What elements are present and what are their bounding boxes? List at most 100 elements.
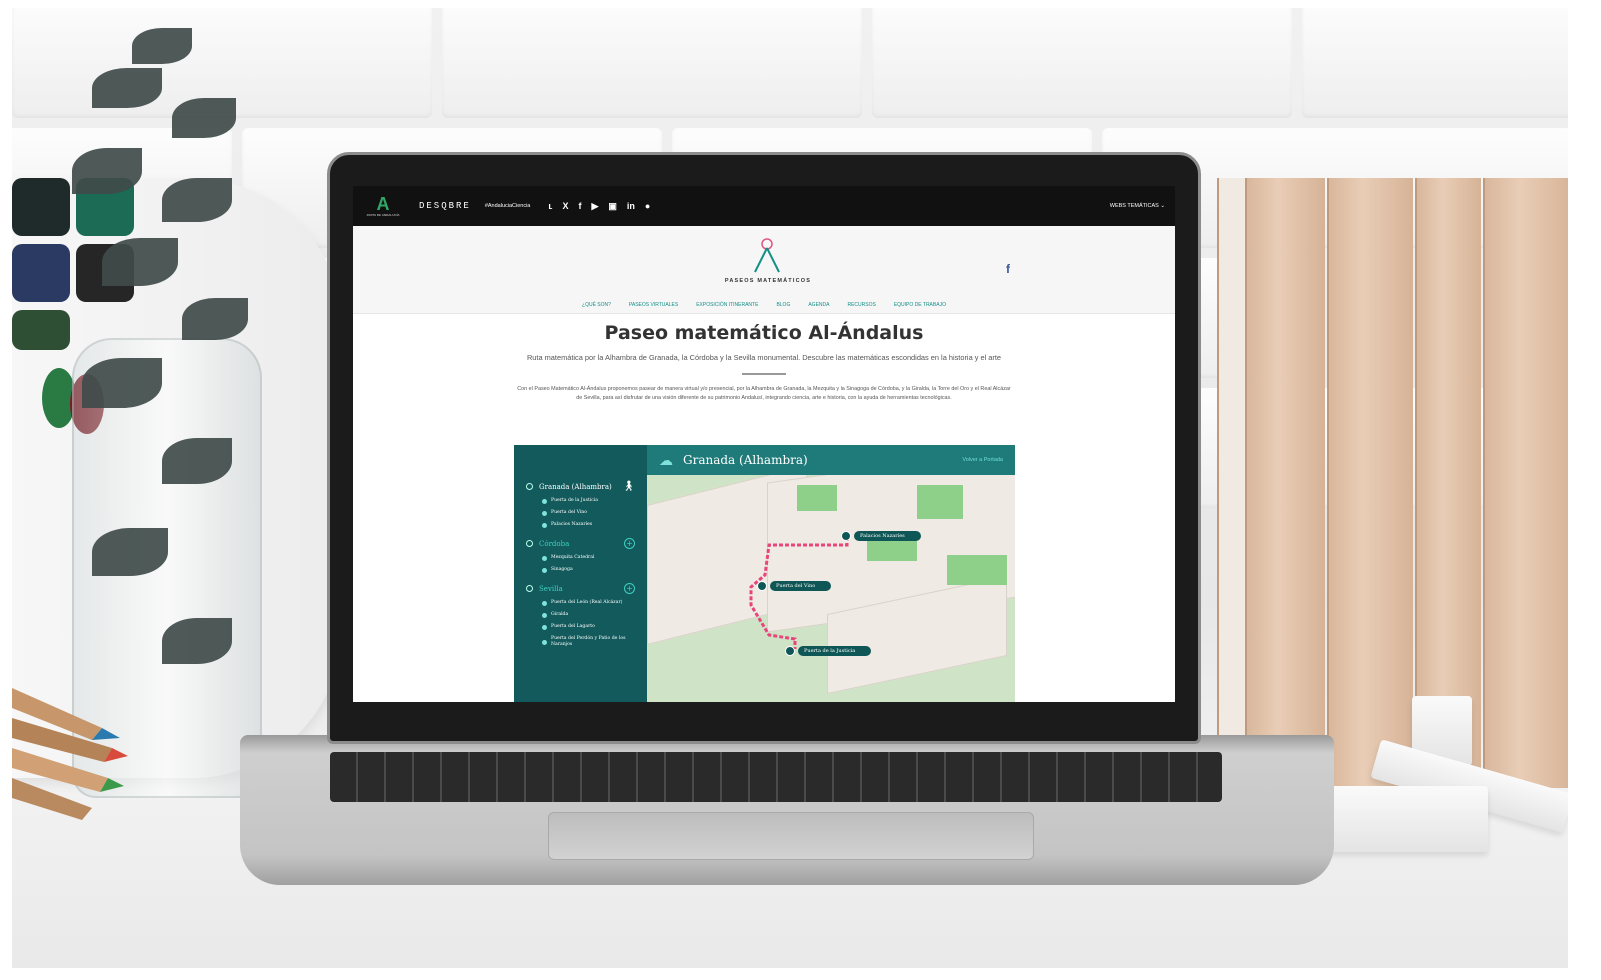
paint-well	[12, 310, 70, 350]
stop-marker-icon	[542, 567, 547, 573]
item-label: Puerta del Vino	[551, 510, 588, 515]
sidebar-item[interactable]: Sinagoga	[542, 567, 647, 573]
pin-label: Puerta de la Justicia	[798, 646, 872, 656]
walker-icon: 🚶︎	[622, 481, 635, 492]
section-marker-icon	[526, 540, 533, 547]
section-label: Granada (Alhambra)	[539, 482, 612, 491]
eucalyptus-leaf	[162, 178, 232, 222]
hashtag-link[interactable]: #AndaluciaCiencia	[485, 203, 531, 209]
eucalyptus-leaf	[72, 148, 142, 194]
x-icon[interactable]: X	[562, 201, 568, 212]
sidebar-item[interactable]: Giralda	[542, 612, 647, 618]
top-bar: A JUNTA DE ANDALUCÍA DESQBRE #AndaluciaC…	[353, 186, 1175, 226]
sidebar-item[interactable]: Mezquita Catedral	[542, 555, 647, 561]
wall-brick	[872, 8, 1292, 118]
pin-label: Palacios Nazaríes	[854, 531, 921, 541]
colored-pencils	[12, 688, 128, 820]
facebook-icon[interactable]: f	[578, 201, 581, 212]
stop-marker-icon	[542, 600, 547, 606]
andalucia-map-icon: ☁	[659, 451, 673, 468]
stop-marker-icon	[542, 498, 547, 504]
sidebar-section-cordoba[interactable]: Córdoba +	[526, 538, 647, 549]
stop-marker-icon	[542, 612, 547, 618]
page-subtitle: Ruta matemática por la Alhambra de Grana…	[526, 353, 1002, 362]
wall-brick	[442, 8, 862, 118]
nav-exposicion-itinerante[interactable]: EXPOSICIÓN ITINERANTE	[696, 302, 758, 308]
section-label: Córdoba	[539, 539, 570, 548]
eucalyptus-leaf	[92, 68, 162, 108]
junta-logo[interactable]: A JUNTA DE ANDALUCÍA	[363, 195, 403, 217]
sidebar-item[interactable]: Puerta del Vino	[542, 510, 647, 516]
compass-logo-icon[interactable]	[749, 236, 785, 276]
instagram-icon[interactable]: ▣	[608, 201, 617, 212]
item-label: Palacios Nazaríes	[551, 522, 593, 527]
book-spine	[1245, 178, 1325, 788]
spotify-icon[interactable]: ●	[645, 201, 650, 212]
map-pin[interactable]: Puerta del Vino	[757, 581, 832, 591]
interactive-map: Granada (Alhambra) 🚶︎ Puerta de la Justi…	[514, 445, 1015, 702]
pin-icon	[841, 531, 851, 541]
nav-que-son[interactable]: ¿QUÉ SON?	[582, 302, 611, 308]
webs-tematicas-menu[interactable]: WEBS TEMÁTICAS ⌄	[1110, 203, 1165, 209]
eucalyptus-leaf	[132, 28, 192, 64]
map-sidebar: Granada (Alhambra) 🚶︎ Puerta de la Justi…	[514, 445, 647, 702]
book-spine	[1217, 178, 1245, 788]
sidebar-item[interactable]: Puerta del Lagarto	[542, 624, 647, 630]
books-stack	[1217, 178, 1568, 788]
nav-recursos[interactable]: RECURSOS	[847, 302, 875, 308]
nav-equipo-de-trabajo[interactable]: EQUIPO DE TRABAJO	[894, 302, 946, 308]
item-label: Puerta del Perdón y Patio de los Naranjo…	[551, 636, 626, 647]
back-to-home-link[interactable]: Volver a Portada	[962, 457, 1003, 463]
sidebar-item[interactable]: Puerta del Perdón y Patio de los Naranjo…	[542, 636, 647, 648]
pin-label: Puerta del Vino	[770, 581, 832, 591]
route-path	[749, 537, 849, 649]
nav-agenda[interactable]: AGENDA	[808, 302, 829, 308]
stop-marker-icon	[542, 522, 547, 528]
nav-blog[interactable]: BLOG	[776, 302, 790, 308]
section-marker-icon	[526, 585, 533, 592]
item-label: Puerta del Lagarto	[551, 624, 595, 629]
sidebar-item[interactable]: Puerta del León (Real Alcázar)	[542, 600, 647, 606]
pin-icon	[757, 581, 767, 591]
rss-icon[interactable]: ʟ	[548, 201, 552, 212]
linkedin-icon[interactable]: in	[627, 201, 635, 212]
nav-paseos-virtuales[interactable]: PASEOS VIRTUALES	[629, 302, 678, 308]
site-header: PASEOS MATEMÁTICOS f ¿QUÉ SON? PASEOS VI…	[353, 226, 1175, 314]
page-content: Paseo matemático Al-Ándalus Ruta matemát…	[353, 314, 1175, 403]
expand-icon[interactable]: +	[624, 538, 635, 549]
page-title: Paseo matemático Al-Ándalus	[604, 322, 924, 344]
divider	[742, 373, 786, 375]
facebook-icon[interactable]: f	[1006, 262, 1010, 276]
descubre-logo[interactable]: DESQBRE	[419, 201, 471, 211]
chalk-piece	[1328, 786, 1488, 852]
map-title: Granada (Alhambra)	[683, 453, 808, 467]
map-header: ☁ Granada (Alhambra) Volver a Portada	[647, 445, 1015, 475]
map-pin[interactable]: Palacios Nazaríes	[841, 531, 921, 541]
section-label: Sevilla	[539, 584, 563, 593]
laptop-trackpad	[548, 812, 1034, 860]
sidebar-item[interactable]: Palacios Nazaríes	[542, 522, 647, 528]
sidebar-section-granada[interactable]: Granada (Alhambra) 🚶︎	[526, 481, 647, 492]
main-nav: ¿QUÉ SON? PASEOS VIRTUALES EXPOSICIÓN IT…	[353, 302, 1175, 308]
eucalyptus-leaf	[182, 298, 248, 340]
website-screen: A JUNTA DE ANDALUCÍA DESQBRE #AndaluciaC…	[353, 186, 1175, 702]
sidebar-item[interactable]: Puerta de la Justicia	[542, 498, 647, 504]
book-spine	[1327, 178, 1413, 788]
expand-icon[interactable]: +	[624, 583, 635, 594]
item-label: Mezquita Catedral	[551, 555, 595, 560]
eucalyptus-leaf	[162, 618, 232, 664]
junta-logo-text: JUNTA DE ANDALUCÍA	[366, 213, 400, 217]
map-view[interactable]: ☁ Granada (Alhambra) Volver a Portada Pa…	[647, 445, 1015, 702]
stop-marker-icon	[542, 624, 547, 630]
stop-marker-icon	[542, 639, 547, 645]
item-label: Sinagoga	[551, 567, 573, 572]
sidebar-section-sevilla[interactable]: Sevilla +	[526, 583, 647, 594]
eucalyptus-leaf	[82, 358, 162, 408]
stop-marker-icon	[542, 510, 547, 516]
book-spine	[1483, 178, 1568, 788]
map-pin[interactable]: Puerta de la Justicia	[785, 646, 872, 656]
wall-brick	[1302, 8, 1568, 118]
eucalyptus-leaf	[92, 528, 168, 576]
item-label: Puerta del León (Real Alcázar)	[551, 600, 623, 605]
youtube-icon[interactable]: ▶	[591, 201, 598, 212]
